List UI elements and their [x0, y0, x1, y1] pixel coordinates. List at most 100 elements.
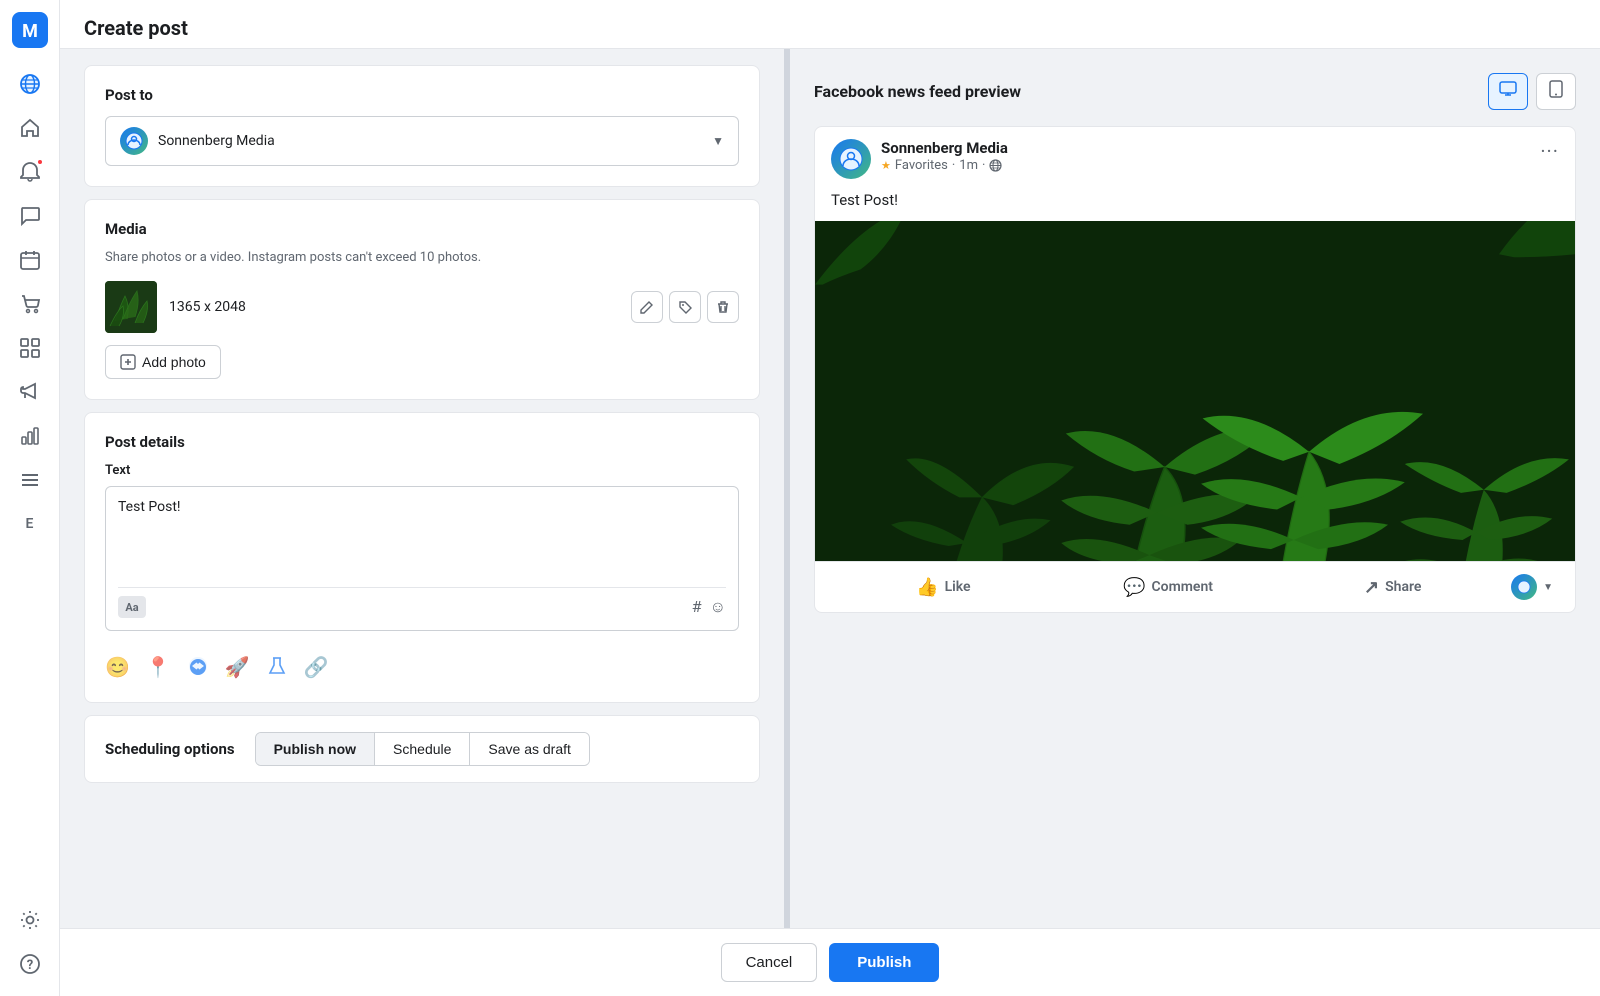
fb-page-name: Sonnenberg Media — [881, 139, 1530, 157]
media-subtitle: Share photos or a video. Instagram posts… — [105, 250, 739, 265]
hashtag-icon[interactable]: # — [692, 597, 702, 617]
scheduling-options: Publish now Schedule Save as draft — [255, 732, 590, 766]
media-card: Media Share photos or a video. Instagram… — [84, 199, 760, 400]
action-bar: Cancel Publish — [60, 928, 1600, 996]
selected-account-label: Sonnenberg Media — [158, 133, 702, 149]
favorites-label: Favorites — [895, 158, 948, 173]
save-draft-button[interactable]: Save as draft — [470, 733, 589, 765]
star-icon: ★ — [881, 159, 891, 172]
fb-profile-button[interactable]: ▼ — [1505, 566, 1559, 608]
media-actions — [631, 291, 739, 323]
sidebar-item-globe[interactable] — [10, 64, 50, 104]
publish-button[interactable]: Publish — [829, 943, 939, 982]
fb-avatar — [831, 139, 871, 179]
right-panel: Facebook news feed preview — [790, 49, 1600, 928]
sidebar-item-shop[interactable] — [10, 284, 50, 324]
account-dropdown[interactable]: Sonnenberg Media ▼ — [105, 116, 739, 166]
fb-comment-button[interactable]: 💬 Comment — [1056, 566, 1281, 608]
sidebar-item-chart[interactable] — [10, 416, 50, 456]
page-header: Create post — [60, 0, 1600, 49]
notification-badge — [36, 158, 44, 166]
tag-media-button[interactable] — [669, 291, 701, 323]
add-photo-button[interactable]: Add photo — [105, 345, 221, 379]
emoji-tool-emoji[interactable]: 😊 — [105, 655, 130, 682]
post-to-card: Post to Sonnenberg Media ▼ — [84, 65, 760, 187]
media-title: Media — [105, 220, 739, 238]
emoji-tool-location[interactable]: 📍 — [146, 655, 171, 682]
left-panel: Post to Sonnenberg Media ▼ Media — [60, 49, 790, 928]
account-icon — [120, 127, 148, 155]
svg-text:M: M — [22, 21, 38, 42]
comment-icon: 💬 — [1123, 577, 1145, 598]
text-editor: Test Post! Aa # ☺ — [105, 486, 739, 631]
separator2: · — [982, 158, 985, 173]
text-label: Text — [105, 463, 739, 478]
fb-post-meta: Sonnenberg Media ★ Favorites · 1m · — [881, 139, 1530, 173]
emoji-tool-flask[interactable] — [266, 655, 288, 682]
fb-more-options[interactable]: ··· — [1540, 139, 1559, 163]
sidebar-item-grid[interactable] — [10, 328, 50, 368]
two-col-layout: Post to Sonnenberg Media ▼ Media — [60, 49, 1600, 928]
post-to-title: Post to — [105, 86, 739, 104]
share-label: Share — [1385, 579, 1421, 595]
fb-post-image — [815, 221, 1575, 561]
post-time: 1m — [959, 158, 978, 173]
sidebar-item-megaphone[interactable] — [10, 372, 50, 412]
desktop-preview-button[interactable] — [1488, 73, 1528, 110]
profile-dropdown-icon: ▼ — [1543, 582, 1553, 593]
editor-toolbar: Aa # ☺ — [118, 587, 726, 618]
device-toggle — [1488, 73, 1576, 110]
editor-toolbar-left: Aa — [118, 596, 146, 618]
format-button[interactable]: Aa — [118, 596, 146, 618]
preview-title: Facebook news feed preview — [814, 82, 1021, 101]
cancel-button[interactable]: Cancel — [721, 943, 818, 982]
sidebar-item-messages[interactable] — [10, 196, 50, 236]
like-label: Like — [945, 579, 971, 595]
emoji-tool-messenger[interactable] — [187, 655, 209, 682]
delete-media-button[interactable] — [707, 291, 739, 323]
fb-post-header: Sonnenberg Media ★ Favorites · 1m · — [815, 127, 1575, 191]
sidebar-bottom: ? — [10, 900, 50, 984]
post-details-card: Post details Text Test Post! Aa # ☺ — [84, 412, 760, 703]
fb-share-button[interactable]: ↗ Share — [1280, 566, 1505, 608]
media-dimensions: 1365 x 2048 — [169, 299, 619, 315]
edit-media-button[interactable] — [631, 291, 663, 323]
media-thumbnail — [105, 281, 157, 333]
globe-privacy-icon — [989, 158, 1002, 173]
emoji-tool-rocket[interactable]: 🚀 — [225, 655, 250, 682]
scheduling-title: Scheduling options — [105, 740, 235, 758]
like-icon: 👍 — [916, 577, 938, 598]
tablet-preview-button[interactable] — [1536, 73, 1576, 110]
emoji-tools-bar: 😊 📍 🚀 🔗 — [105, 643, 739, 682]
schedule-button[interactable]: Schedule — [375, 733, 470, 765]
separator: · — [952, 158, 955, 173]
sidebar-item-settings[interactable] — [10, 900, 50, 940]
sidebar: M — [0, 0, 60, 996]
sidebar-item-help[interactable]: ? — [10, 944, 50, 984]
emoji-tool-link[interactable]: 🔗 — [304, 655, 329, 682]
comment-label: Comment — [1152, 579, 1213, 595]
fb-preview-card: Sonnenberg Media ★ Favorites · 1m · — [814, 126, 1576, 613]
preview-header: Facebook news feed preview — [814, 73, 1576, 110]
page-title: Create post — [84, 16, 1576, 40]
svg-text:?: ? — [26, 958, 32, 973]
emoji-picker-icon[interactable]: ☺ — [710, 597, 726, 617]
publish-now-button[interactable]: Publish now — [256, 733, 375, 765]
fb-like-button[interactable]: 👍 Like — [831, 566, 1056, 608]
share-icon: ↗ — [1364, 577, 1379, 598]
sidebar-item-menu[interactable] — [10, 460, 50, 500]
media-item: 1365 x 2048 — [105, 281, 739, 333]
add-photo-label: Add photo — [142, 354, 206, 370]
sidebar-item-home[interactable] — [10, 108, 50, 148]
sidebar-item-notifications[interactable] — [10, 152, 50, 192]
main-content: Create post Post to Sonnenberg Media — [60, 0, 1600, 996]
fb-post-actions: 👍 Like 💬 Comment ↗ Share — [815, 561, 1575, 612]
post-details-title: Post details — [105, 433, 739, 451]
sidebar-item-calendar[interactable] — [10, 240, 50, 280]
fb-post-info: ★ Favorites · 1m · — [881, 158, 1530, 173]
fb-post-text: Test Post! — [815, 191, 1575, 221]
dropdown-arrow-icon: ▼ — [712, 134, 724, 148]
post-text-content[interactable]: Test Post! — [118, 499, 726, 579]
app-logo[interactable]: M — [12, 12, 48, 48]
sidebar-item-entity[interactable]: E — [10, 504, 50, 544]
